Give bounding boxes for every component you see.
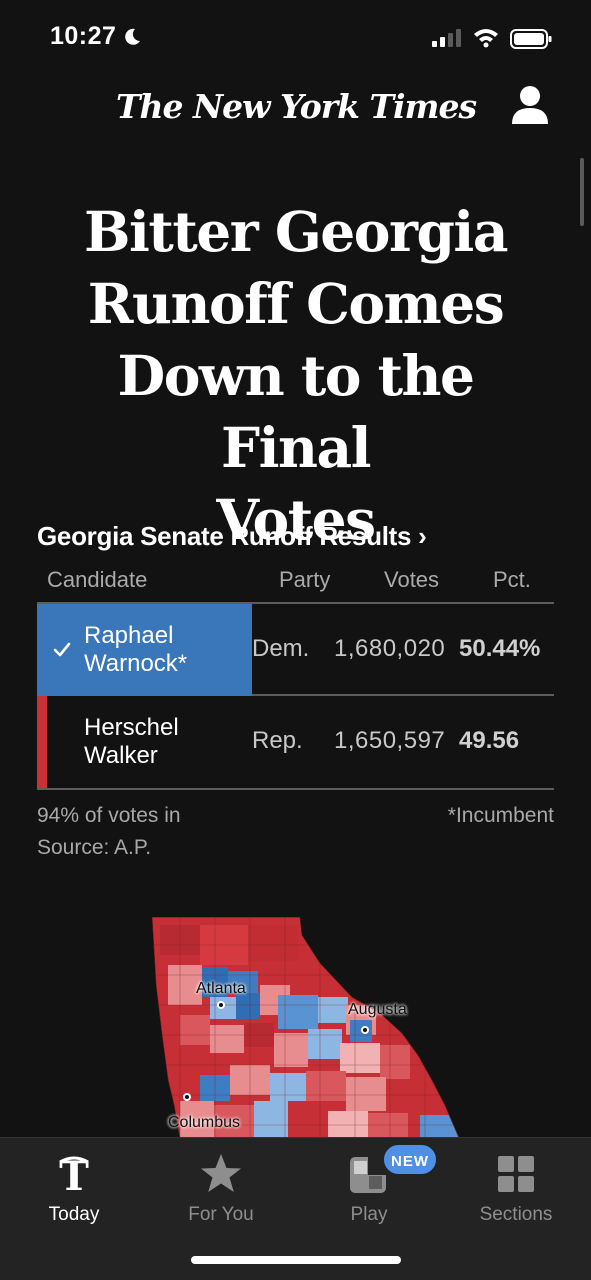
new-badge: NEW [382, 1143, 438, 1176]
source-credit: Source: A.P. [37, 836, 152, 859]
moon-icon [125, 28, 140, 45]
headline-line: Bitter Georgia [84, 199, 508, 264]
atlanta-marker [217, 1001, 225, 1009]
party-color-bar [37, 696, 47, 788]
tab-label: For You [188, 1204, 254, 1225]
candidate-name-line: Raphael [84, 622, 174, 649]
header-pct: Pct. [493, 567, 531, 592]
augusta-marker [361, 1026, 369, 1034]
candidate-name-line: Herschel [84, 714, 179, 741]
article-headline[interactable]: Bitter Georgia Runoff Comes Down to the … [40, 196, 551, 556]
scrollbar[interactable] [580, 158, 584, 226]
masthead-text: The New York Times [115, 86, 477, 126]
results-column-headers: Candidate Party Votes Pct. [37, 563, 554, 599]
signal-icon [432, 29, 461, 47]
candidate-name: Raphael Warnock* [84, 622, 249, 678]
headline-line: Runoff Comes [87, 271, 505, 336]
candidate-votes: 1,680,020 [334, 635, 446, 662]
battery-icon [510, 29, 552, 49]
headline-line: Down to the Final [117, 343, 476, 480]
person-icon[interactable] [510, 84, 550, 126]
header-votes: Votes [384, 567, 440, 592]
tab-label: Play [350, 1204, 388, 1225]
tab-sections[interactable]: Sections [456, 1150, 576, 1230]
tab-for-you[interactable]: For You [161, 1150, 281, 1230]
header-party: Party [279, 567, 331, 592]
candidate-name: Herschel Walker [84, 714, 249, 770]
results-source: 94% of votes in Source: A.P. [37, 800, 297, 864]
nyt-logo-icon: T [59, 1153, 89, 1196]
city-label-augusta: Augusta [348, 1001, 407, 1018]
home-indicator[interactable] [191, 1256, 401, 1264]
candidate-party: Dem. [252, 635, 310, 662]
wifi-icon [474, 29, 498, 48]
georgia-results-map[interactable]: Atlanta Augusta Columbus [140, 905, 460, 1140]
columbus-marker [183, 1093, 191, 1101]
table-row: Herschel Walker Rep. 1,650,597 49.56 [37, 696, 554, 790]
status-bar: 10:27 [0, 0, 591, 80]
tab-label: Today [48, 1204, 100, 1225]
map-graphic [152, 917, 460, 1140]
checkmark-icon [53, 642, 71, 657]
status-time: 10:27 [50, 22, 117, 50]
winner-highlight: Raphael Warnock* [37, 604, 252, 696]
tab-today[interactable]: T Today [14, 1150, 134, 1230]
star-icon [201, 1154, 241, 1192]
candidate-pct: 50.44% [459, 635, 541, 662]
reporting-status: 94% of votes in [37, 804, 181, 827]
candidate-party: Rep. [252, 727, 303, 754]
incumbent-note: *Incumbent [447, 804, 554, 827]
city-label-columbus: Columbus [168, 1114, 241, 1131]
candidate-name-line: Walker [84, 742, 158, 769]
candidate-name-line: Warnock* [84, 650, 188, 677]
candidate-votes: 1,650,597 [334, 727, 446, 754]
tab-label: Sections [479, 1204, 553, 1225]
candidate-pct: 49.56 [459, 727, 520, 754]
city-label-atlanta: Atlanta [196, 980, 246, 997]
header-candidate: Candidate [47, 567, 148, 592]
results-title-link[interactable]: Georgia Senate Runoff Results › [37, 521, 427, 552]
table-row: Raphael Warnock* Dem. 1,680,020 50.44% [37, 602, 554, 696]
grid-icon [498, 1156, 534, 1192]
nyt-masthead-logo[interactable]: The New York Times [116, 80, 477, 132]
candidate-cell: Herschel Walker [37, 696, 252, 788]
